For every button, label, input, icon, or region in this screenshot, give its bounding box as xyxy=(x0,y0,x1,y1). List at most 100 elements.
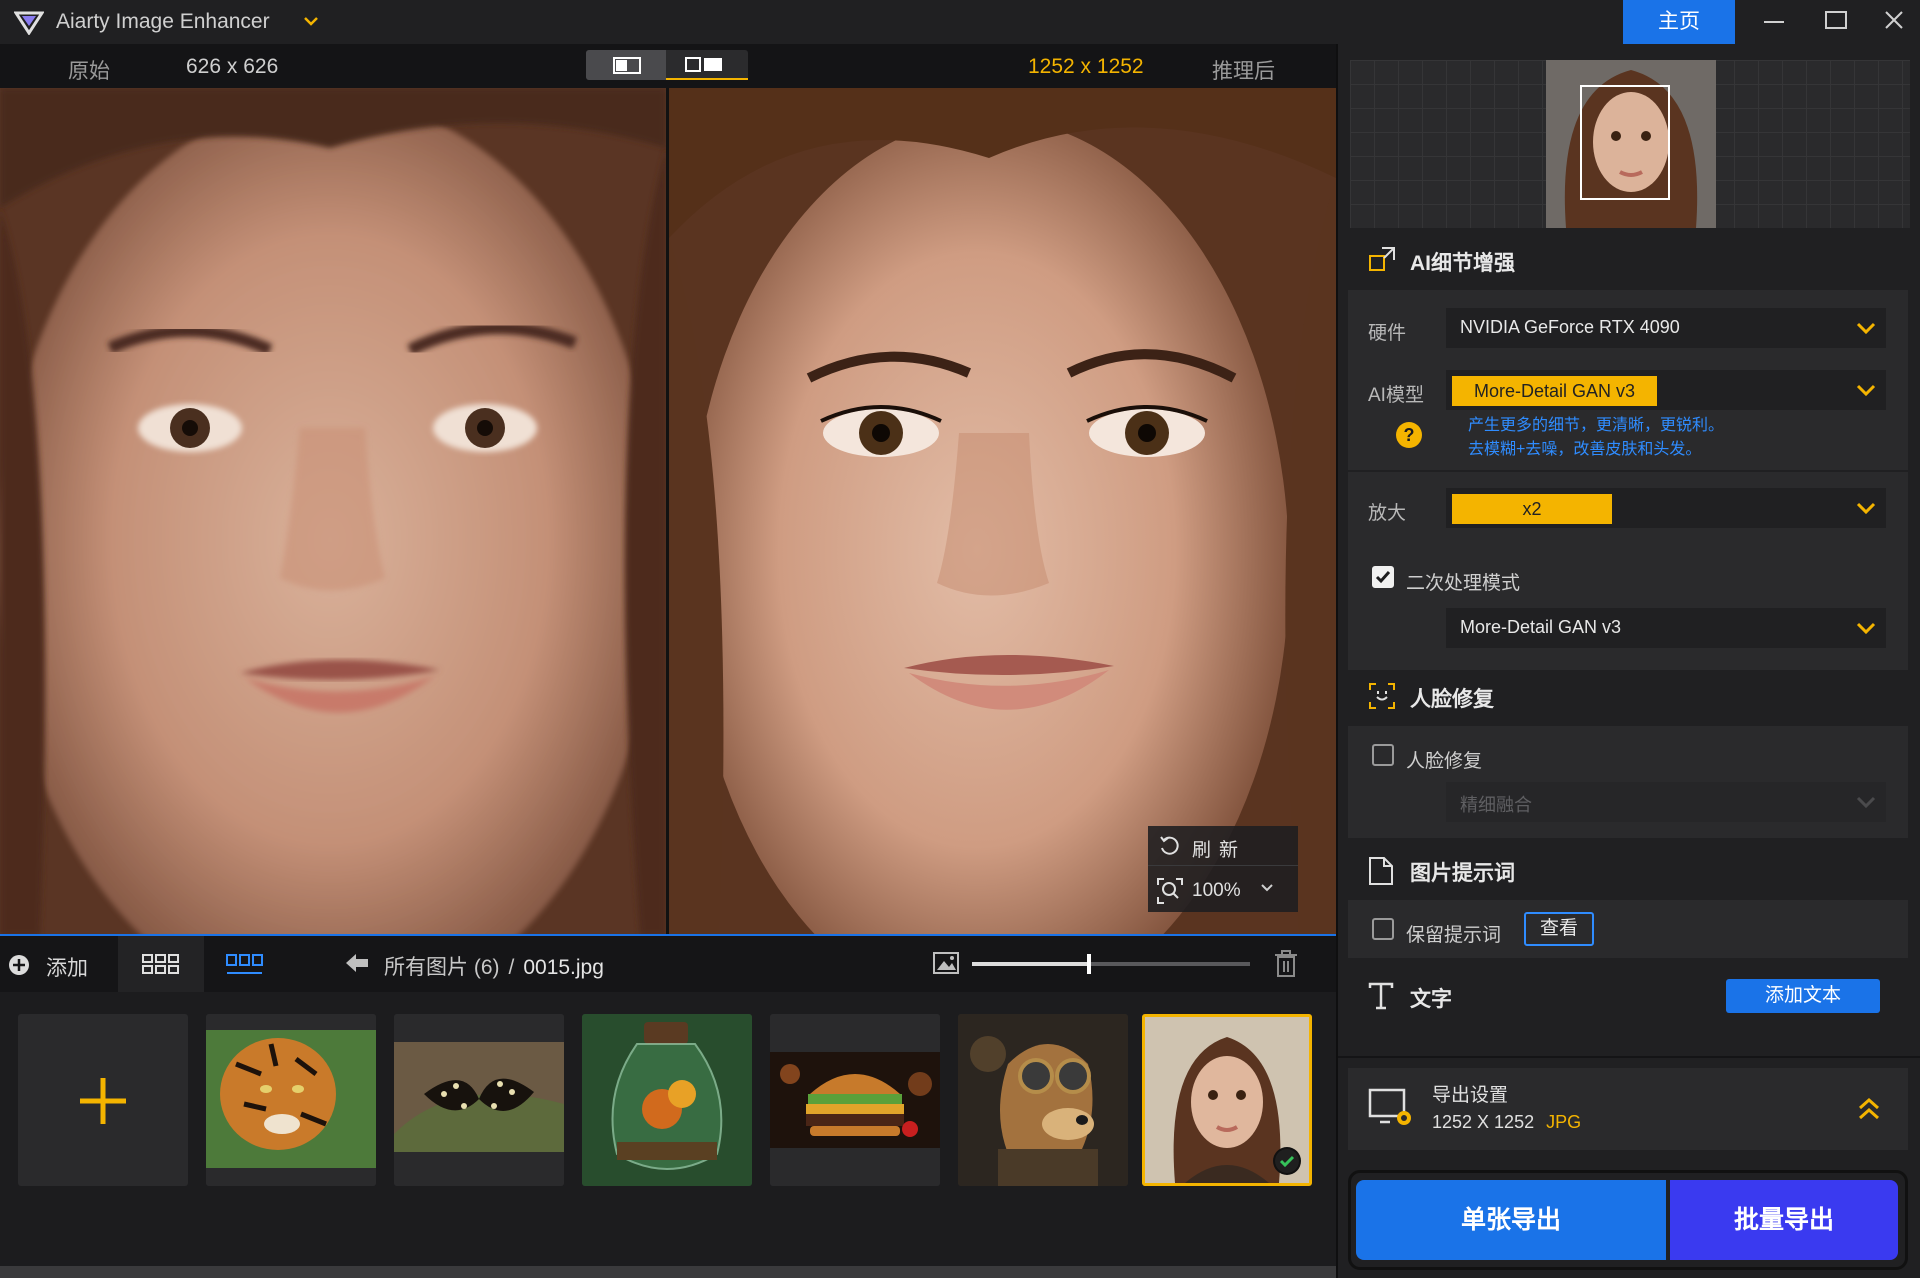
compare-header: 原始 626 x 626 1252 x 1252 推理后 xyxy=(0,44,1336,88)
thumbnail-steampunk-dog[interactable] xyxy=(958,1014,1128,1186)
title-bar: Aiarty Image Enhancer 主页 xyxy=(0,0,1920,44)
horizontal-scrollbar[interactable] xyxy=(0,1266,1336,1278)
refresh-label: 刷新 xyxy=(1192,840,1247,861)
thumbnail-portrait-girl[interactable] xyxy=(1142,1014,1312,1186)
help-icon[interactable]: ? xyxy=(1396,422,1422,448)
slider-handle[interactable] xyxy=(1086,954,1091,974)
hardware-value: NVIDIA GeForce RTX 4090 xyxy=(1460,317,1680,337)
export-settings-icon xyxy=(1368,1088,1411,1125)
view-prompt-button[interactable]: 查看 xyxy=(1524,912,1594,946)
chevron-up-double-icon[interactable] xyxy=(1856,1096,1882,1122)
divider xyxy=(1338,1056,1920,1058)
original-size: 626 x 626 xyxy=(186,55,279,78)
original-image[interactable] xyxy=(0,88,666,936)
breadcrumb-current-file: 0015.jpg xyxy=(523,956,604,979)
add-images-button[interactable]: 添加 xyxy=(8,946,118,982)
batch-export-button[interactable]: 批量导出 xyxy=(1670,1180,1898,1260)
face-mode-dropdown: 精细融合 xyxy=(1446,782,1886,822)
enhanced-face-image xyxy=(669,88,1336,936)
second-pass-model: More-Detail GAN v3 xyxy=(1460,617,1622,637)
single-export-button[interactable]: 单张导出 xyxy=(1356,1180,1666,1260)
scale-value: x2 xyxy=(1452,494,1612,524)
scale-dropdown[interactable]: x2 xyxy=(1446,488,1886,528)
maximize-icon xyxy=(1825,11,1847,29)
zoom-icon xyxy=(1157,878,1183,904)
navigator-image xyxy=(1546,60,1716,228)
enhanced-image[interactable] xyxy=(669,88,1336,936)
thumbnail-butterfly[interactable] xyxy=(394,1014,564,1186)
export-format: JPG xyxy=(1546,1112,1582,1132)
split-view-button[interactable] xyxy=(666,50,748,80)
model-description: 产生更多的细节，更清晰，更锐利。 去模糊+去噪，改善皮肤和头发。 xyxy=(1468,414,1724,462)
model-dropdown[interactable]: More-Detail GAN v3 xyxy=(1446,370,1886,410)
file-toolbar: 添加 所有图片 (6) / 0015.jpg xyxy=(0,936,1336,992)
enhance-section-title: AI细节增强 xyxy=(1410,252,1515,275)
home-button[interactable]: 主页 xyxy=(1623,0,1735,44)
result-label: 推理后 xyxy=(1212,60,1275,83)
navigator-preview[interactable] xyxy=(1350,60,1910,228)
slider-fill xyxy=(972,962,1089,966)
second-pass-checkbox[interactable] xyxy=(1372,566,1394,588)
face-restore-checkbox[interactable] xyxy=(1372,744,1394,766)
butterfly-image-icon xyxy=(394,1014,564,1186)
chevron-down-icon xyxy=(1856,322,1876,335)
chevron-down-icon xyxy=(1856,502,1876,515)
face-section-title: 人脸修复 xyxy=(1410,688,1494,711)
face-mode-value: 精细融合 xyxy=(1460,795,1532,815)
scale-label: 放大 xyxy=(1368,503,1407,524)
dog-image-icon xyxy=(958,1014,1128,1186)
keep-prompt-checkbox[interactable] xyxy=(1372,918,1394,940)
single-view-icon xyxy=(613,57,641,74)
app-logo-icon xyxy=(14,11,44,35)
trash-icon[interactable] xyxy=(1274,950,1298,978)
thumbnail-burger[interactable] xyxy=(770,1014,940,1186)
breadcrumb-separator: / xyxy=(508,956,515,979)
chevron-down-icon xyxy=(1856,622,1876,635)
enhance-icon xyxy=(1369,247,1395,271)
thumbnail-tiger[interactable] xyxy=(206,1014,376,1186)
strip-view-button[interactable] xyxy=(204,936,284,992)
breadcrumb: 所有图片 (6) / 0015.jpg xyxy=(384,951,604,981)
breadcrumb-all-images[interactable]: 所有图片 (6) xyxy=(384,956,500,979)
thumbnail-terrarium[interactable] xyxy=(582,1014,752,1186)
second-pass-label: 二次处理模式 xyxy=(1406,573,1521,594)
zoom-dropdown[interactable]: 100% xyxy=(1148,868,1298,912)
export-size: 1252 X 1252 xyxy=(1432,1112,1535,1132)
minimize-button[interactable] xyxy=(1744,0,1804,44)
plus-icon xyxy=(80,1078,126,1124)
prompt-section-header: 图片提示词 xyxy=(1336,844,1920,896)
chevron-down-icon[interactable] xyxy=(302,12,320,30)
original-face-image xyxy=(0,88,666,936)
face-section-header: 人脸修复 xyxy=(1336,670,1920,722)
add-image-tile[interactable] xyxy=(18,1014,188,1186)
refresh-button[interactable]: 刷新 xyxy=(1148,826,1298,866)
document-icon xyxy=(1369,857,1393,885)
export-settings[interactable]: 导出设置 1252 X 1252 JPG xyxy=(1348,1068,1908,1150)
preview-controls: 刷新 100% xyxy=(1148,826,1298,912)
navigator-viewport[interactable] xyxy=(1580,85,1670,200)
add-text-button[interactable]: 添加文本 xyxy=(1726,979,1880,1013)
original-label: 原始 xyxy=(68,60,110,83)
split-view-icon xyxy=(685,57,722,72)
strip-view-icon xyxy=(226,954,263,974)
refresh-icon xyxy=(1160,836,1179,855)
close-button[interactable] xyxy=(1864,0,1920,44)
check-icon xyxy=(1375,571,1391,584)
maximize-button[interactable] xyxy=(1804,0,1864,44)
text-icon xyxy=(1368,982,1394,1010)
view-mode-toggle xyxy=(586,50,748,80)
app-title: Aiarty Image Enhancer xyxy=(56,10,270,33)
second-pass-model-dropdown[interactable]: More-Detail GAN v3 xyxy=(1446,608,1886,648)
export-summary: 1252 X 1252 JPG xyxy=(1432,1112,1581,1133)
image-size-icon xyxy=(933,952,959,974)
single-view-button[interactable] xyxy=(586,50,666,80)
model-description-line2: 去模糊+去噪，改善皮肤和头发。 xyxy=(1468,441,1702,458)
zoom-value: 100% xyxy=(1192,880,1241,901)
thumbnail-size-slider[interactable] xyxy=(972,954,1250,974)
grid-view-button[interactable] xyxy=(118,936,204,992)
back-arrow-icon[interactable] xyxy=(344,950,370,976)
model-label: AI模型 xyxy=(1368,385,1424,406)
export-settings-title: 导出设置 xyxy=(1432,1085,1509,1106)
hardware-dropdown[interactable]: NVIDIA GeForce RTX 4090 xyxy=(1446,308,1886,348)
divider xyxy=(1348,470,1908,472)
